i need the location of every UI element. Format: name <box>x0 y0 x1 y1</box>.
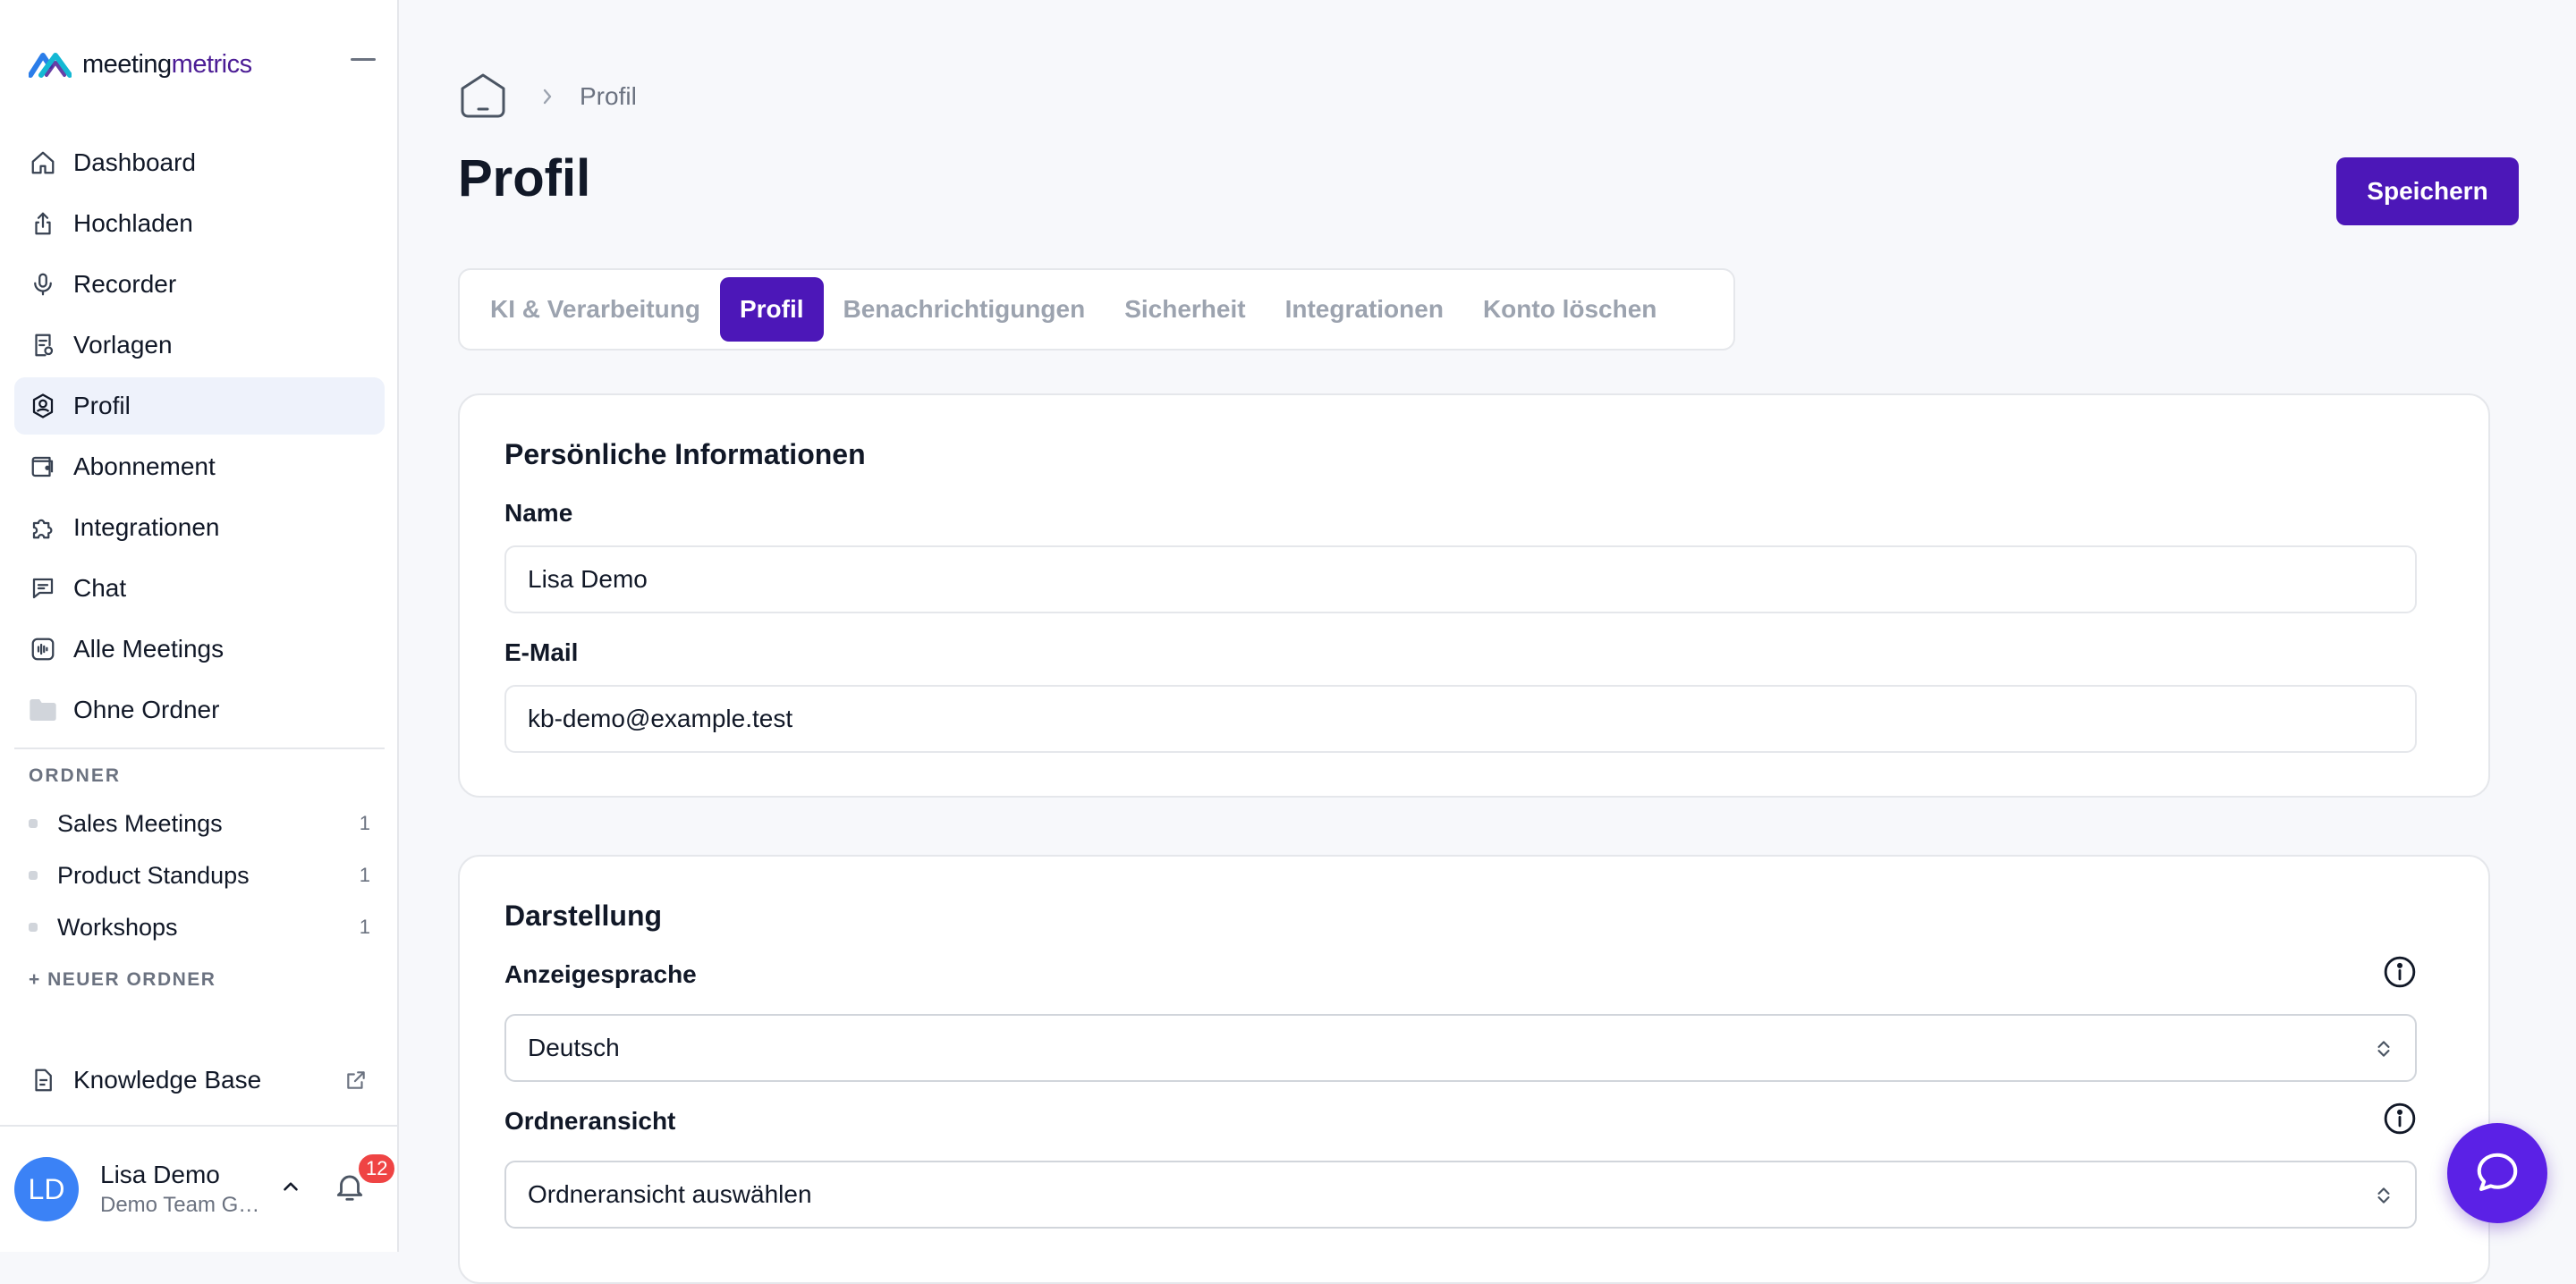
folder-item-workshops[interactable]: Workshops 1 <box>14 901 385 953</box>
folders-section-label: ORDNER <box>29 765 122 786</box>
chat-bubble-icon <box>2473 1149 2521 1197</box>
wallet-icon <box>29 452 57 481</box>
chevron-right-icon <box>540 87 555 106</box>
puzzle-icon <box>29 513 57 542</box>
card-title: Darstellung <box>504 900 663 932</box>
tab-integrations[interactable]: Integrationen <box>1266 277 1463 342</box>
sidebar: meetingmetrics Dashboard Hochladen Recor… <box>0 0 399 1252</box>
user-menu: LD Lisa Demo Demo Team GmbH 12 <box>0 1125 399 1252</box>
sidebar-item-upload[interactable]: Hochladen <box>14 195 385 252</box>
settings-tabs: KI & Verarbeitung Profil Benachrichtigun… <box>458 268 1735 351</box>
sidebar-item-templates[interactable]: Vorlagen <box>14 317 385 374</box>
sidebar-item-chat[interactable]: Chat <box>14 560 385 617</box>
folder-count: 1 <box>359 812 370 834</box>
chat-icon <box>29 574 57 603</box>
collapse-sidebar-button[interactable] <box>347 46 379 73</box>
notification-badge: 12 <box>356 1152 398 1186</box>
breadcrumb: Profil <box>458 72 637 122</box>
select-arrows-icon <box>2372 1037 2395 1060</box>
sidebar-item-label: Chat <box>73 574 127 602</box>
select-arrows-icon <box>2372 1184 2395 1207</box>
support-chat-button[interactable] <box>2447 1123 2547 1223</box>
upload-icon <box>29 209 57 238</box>
tab-notifications[interactable]: Benachrichtigungen <box>824 277 1106 342</box>
breadcrumb-home[interactable] <box>458 72 508 122</box>
sidebar-item-profile[interactable]: Profil <box>14 377 385 435</box>
chevron-up-icon[interactable] <box>279 1175 302 1198</box>
folder-item-product-standups[interactable]: Product Standups 1 <box>14 849 385 901</box>
home-icon <box>458 72 508 122</box>
info-icon[interactable] <box>2383 1102 2417 1136</box>
tab-security[interactable]: Sicherheit <box>1105 277 1265 342</box>
home-icon <box>29 148 57 177</box>
sidebar-nav: Dashboard Hochladen Recorder Vorlagen Pr… <box>14 134 385 742</box>
tab-profile[interactable]: Profil <box>719 277 824 342</box>
email-label: E-Mail <box>504 638 579 666</box>
folder-color-dot <box>29 923 38 932</box>
knowledge-base-section: Knowledge Base <box>14 1052 385 1112</box>
sidebar-item-label: Dashboard <box>73 148 196 176</box>
display-language-label: Anzeigesprache <box>504 960 697 988</box>
folder-item-sales-meetings[interactable]: Sales Meetings 1 <box>14 798 385 849</box>
sidebar-item-label: Ohne Ordner <box>73 696 220 723</box>
minus-icon <box>351 58 376 62</box>
avatar[interactable]: LD <box>14 1157 79 1221</box>
name-field[interactable]: Lisa Demo <box>504 545 2417 613</box>
folder-view-select[interactable]: Ordneransicht auswählen <box>504 1161 2417 1229</box>
template-icon <box>29 331 57 359</box>
email-field[interactable]: kb-demo@example.test <box>504 685 2417 753</box>
sidebar-item-label: Integrationen <box>73 513 220 541</box>
profile-settings-icon <box>29 392 57 420</box>
sidebar-item-dashboard[interactable]: Dashboard <box>14 134 385 191</box>
user-team: Demo Team GmbH <box>100 1193 270 1217</box>
meetingmetrics-logo-icon <box>29 50 72 79</box>
folder-count: 1 <box>359 916 370 938</box>
sidebar-item-all-meetings[interactable]: Alle Meetings <box>14 621 385 678</box>
user-name[interactable]: Lisa Demo <box>100 1161 220 1189</box>
folder-color-dot <box>29 871 38 880</box>
appearance-card: Darstellung Anzeigesprache Deutsch Ordne… <box>458 855 2490 1284</box>
folder-name: Sales Meetings <box>57 809 223 837</box>
waveform-icon <box>29 635 57 663</box>
new-folder-button[interactable]: + NEUER ORDNER <box>29 969 216 991</box>
breadcrumb-current: Profil <box>580 82 637 110</box>
folder-count: 1 <box>359 864 370 886</box>
brand-name: meetingmetrics <box>82 49 252 79</box>
folder-icon <box>29 696 57 724</box>
sidebar-item-subscription[interactable]: Abonnement <box>14 438 385 495</box>
sidebar-item-label: Profil <box>73 392 131 419</box>
select-value: Deutsch <box>528 1034 620 1061</box>
sidebar-item-label: Alle Meetings <box>73 635 225 663</box>
folder-name: Product Standups <box>57 861 250 889</box>
save-button[interactable]: Speichern <box>2336 157 2519 225</box>
page-title: Profil <box>458 149 591 207</box>
external-link-icon <box>342 1066 370 1094</box>
sidebar-divider <box>14 748 385 749</box>
folder-color-dot <box>29 819 38 828</box>
sidebar-item-integrations[interactable]: Integrationen <box>14 499 385 556</box>
info-icon[interactable] <box>2383 955 2417 989</box>
card-title: Persönliche Informationen <box>504 438 866 470</box>
name-label: Name <box>504 499 573 527</box>
brand-logo[interactable]: meetingmetrics <box>29 46 252 82</box>
personal-info-card: Persönliche Informationen Name Lisa Demo… <box>458 393 2490 798</box>
sidebar-item-label: Recorder <box>73 270 177 298</box>
select-placeholder: Ordneransicht auswählen <box>528 1180 812 1208</box>
tab-ai-processing[interactable]: KI & Verarbeitung <box>470 277 720 342</box>
sidebar-item-label: Hochladen <box>73 209 193 237</box>
sidebar-item-no-folder[interactable]: Ohne Ordner <box>14 681 385 739</box>
document-icon <box>29 1066 57 1094</box>
folder-view-label: Ordneransicht <box>504 1107 676 1135</box>
tab-delete-account[interactable]: Konto löschen <box>1463 277 1676 342</box>
sidebar-item-knowledge-base[interactable]: Knowledge Base <box>14 1052 385 1109</box>
sidebar-item-label: Vorlagen <box>73 331 173 359</box>
folder-list: Sales Meetings 1 Product Standups 1 Work… <box>14 798 385 953</box>
display-language-select[interactable]: Deutsch <box>504 1014 2417 1082</box>
sidebar-item-label: Abonnement <box>73 452 216 480</box>
folder-name: Workshops <box>57 913 178 941</box>
sidebar-item-recorder[interactable]: Recorder <box>14 256 385 313</box>
microphone-icon <box>29 270 57 299</box>
sidebar-item-label: Knowledge Base <box>73 1066 262 1094</box>
